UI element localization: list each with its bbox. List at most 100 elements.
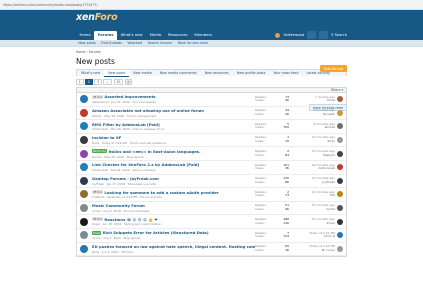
subnav-search-forums[interactable]: Search forums bbox=[145, 41, 174, 45]
thread-starter-avatar[interactable] bbox=[80, 176, 88, 185]
last-poster-avatar[interactable] bbox=[337, 177, 343, 184]
last-poster-avatar[interactable] bbox=[337, 245, 343, 252]
thread-row[interactable]: Fixed Rich Snippets Error for Articles (… bbox=[77, 229, 346, 243]
thread-prefix-badge[interactable]: Fixed bbox=[92, 230, 102, 235]
thread-title-link[interactable]: Invision to XF bbox=[92, 135, 121, 140]
last-post-user[interactable]: Zoyle bbox=[295, 221, 335, 226]
last-poster-avatar[interactable] bbox=[337, 232, 343, 239]
last-poster-avatar[interactable] bbox=[337, 109, 343, 116]
subnav-watched[interactable]: Watched bbox=[125, 41, 144, 45]
last-poster-avatar[interactable] bbox=[337, 191, 343, 198]
user-name-link[interactable]: Valkerwood bbox=[283, 33, 304, 37]
breadcrumb-home[interactable]: Home bbox=[76, 50, 85, 54]
thread-starter-avatar[interactable] bbox=[80, 244, 88, 253]
last-post-user[interactable]: Hal bbox=[295, 194, 335, 198]
thread-prefix-badge[interactable]: XF 2.1 bbox=[92, 190, 103, 195]
page-link[interactable]: 3 bbox=[94, 79, 102, 85]
nav-tab-media[interactable]: Media bbox=[146, 31, 164, 40]
thread-row[interactable]: Partial fix Italics and <em/> in East-As… bbox=[77, 147, 346, 161]
thread-row[interactable]: Amazon Associates not allowing use of on… bbox=[77, 107, 346, 121]
last-poster-avatar[interactable] bbox=[337, 205, 343, 212]
site-logo[interactable]: xenForo bbox=[76, 12, 118, 23]
thread-starter-avatar[interactable] bbox=[80, 163, 88, 172]
last-poster-avatar[interactable] bbox=[337, 164, 343, 171]
thread-row[interactable]: Music Community Forum Cydre · Aug 8, 201… bbox=[77, 202, 346, 216]
last-post-user[interactable]: Pauls bbox=[295, 99, 335, 103]
thread-title-link[interactable]: Assorted improvements bbox=[104, 94, 155, 99]
last-poster-avatar[interactable] bbox=[337, 150, 343, 157]
thread-title-link[interactable]: Rich Snippets Error for Articles (Struct… bbox=[103, 230, 209, 235]
breadcrumb-forums[interactable]: Forums bbox=[89, 50, 101, 54]
thread-title-link[interactable]: Looking for someone to add a custom oAut… bbox=[104, 190, 218, 195]
tab-new-media-comments[interactable]: New media comments bbox=[156, 70, 201, 77]
thread-title-link[interactable]: Gamtop Forums - JoyFreak.com bbox=[92, 176, 159, 181]
thread-starter-avatar[interactable] bbox=[80, 108, 88, 117]
last-post-user[interactable]: Chris D bbox=[295, 235, 335, 239]
nav-tab-members[interactable]: Members bbox=[191, 31, 216, 40]
page-jump[interactable]: ... bbox=[103, 79, 113, 85]
last-post-user[interactable]: AddonsLab bbox=[295, 167, 335, 171]
last-post-user[interactable]: Rudy bbox=[295, 139, 335, 144]
nav-tab-home[interactable]: Home bbox=[76, 31, 94, 40]
last-poster-avatar[interactable] bbox=[337, 218, 343, 225]
thread-row[interactable]: Link Checker for XenForo 2.x by AddonsLa… bbox=[77, 161, 346, 175]
tab-new-media[interactable]: New media bbox=[129, 70, 156, 77]
thread-prefix-badge[interactable]: XF 2.2 bbox=[92, 94, 103, 99]
last-post-user[interactable]: Mr Lucky bbox=[295, 248, 335, 253]
user-avatar[interactable] bbox=[275, 32, 281, 38]
browser-url-bar[interactable]: https://xenforo.com/community/whats-new/… bbox=[0, 0, 423, 10]
last-post-user[interactable]: Zynesto bbox=[295, 112, 335, 117]
thread-prefix-badge[interactable]: XF 2.1 bbox=[92, 217, 103, 222]
filters-menu[interactable]: Filters ▾ bbox=[331, 88, 343, 92]
subnav-mark-forums-read[interactable]: Mark forums read bbox=[175, 41, 209, 45]
next-page-button[interactable]: » bbox=[124, 79, 133, 85]
subnav-find-threads[interactable]: Find threads bbox=[99, 41, 124, 45]
tab-your-news-feed[interactable]: Your news feed bbox=[269, 70, 302, 77]
last-poster-avatar[interactable] bbox=[337, 137, 343, 144]
thread-starter-avatar[interactable] bbox=[80, 204, 88, 213]
thread-starter-avatar[interactable] bbox=[80, 95, 88, 104]
subnav-new-posts[interactable]: New posts bbox=[76, 41, 98, 45]
thread-row[interactable]: EU pushes forward on law against hate sp… bbox=[77, 243, 346, 257]
thread-starter-avatar[interactable] bbox=[80, 136, 88, 145]
thread-starter-avatar[interactable] bbox=[80, 149, 88, 158]
thread-title-link[interactable]: RMS Filter by AddonsLab [Paid] bbox=[92, 122, 160, 127]
thread-row[interactable]: XF 2.1 Reactions 😂 😮 😢 😡 👍 ❤ Zoyle · Jun… bbox=[77, 215, 346, 229]
thread-row[interactable]: XF 2.1 Looking for someone to add a cust… bbox=[77, 188, 346, 202]
thread-row[interactable]: Invision to XF Rudy · Today at 4:06 AM ·… bbox=[77, 134, 346, 148]
thread-starter-avatar[interactable] bbox=[80, 190, 88, 199]
nav-tab-forums[interactable]: Forums bbox=[94, 31, 118, 40]
thread-title-link[interactable]: EU pushes forward on law against hate sp… bbox=[92, 244, 255, 249]
tab-whats-new[interactable]: What's new bbox=[77, 70, 104, 77]
last-post-user[interactable]: ahmed bbox=[295, 126, 335, 130]
post-thread-button[interactable]: Post thread bbox=[319, 65, 347, 72]
tab-new-profile-posts[interactable]: New profile posts bbox=[233, 70, 270, 77]
thread-title-link[interactable]: Italics and <em/> in East-Asian language… bbox=[109, 149, 201, 154]
thread-prefix-badge[interactable]: Partial fix bbox=[92, 149, 108, 154]
page-link-current[interactable]: 2 bbox=[85, 79, 93, 85]
thread-title-link[interactable]: Music Community Forum bbox=[92, 203, 145, 208]
thread-starter-avatar[interactable] bbox=[80, 217, 88, 226]
thread-title-link[interactable]: Amazon Associates not allowing use of on… bbox=[92, 108, 204, 113]
page-link[interactable]: 10 bbox=[113, 79, 124, 85]
page-link[interactable]: 1 bbox=[76, 79, 84, 85]
thread-row[interactable]: XF 2.2 Assorted improvements Valkerwood … bbox=[77, 93, 346, 107]
thread-starter-avatar[interactable] bbox=[80, 231, 88, 240]
tab-new-resources[interactable]: New resources bbox=[201, 70, 233, 77]
inbox-icon[interactable] bbox=[307, 31, 316, 39]
alerts-bell-icon[interactable] bbox=[319, 31, 328, 39]
search-link[interactable]: ⚲ Search bbox=[331, 33, 347, 37]
thread-row[interactable]: RMS Filter by AddonsLab [Paid] AddonsLab… bbox=[77, 120, 346, 134]
last-poster-avatar[interactable] bbox=[337, 123, 343, 130]
last-post-user[interactable]: Mapped bbox=[295, 153, 335, 158]
nav-tab-whats-new[interactable]: What's new bbox=[117, 31, 146, 40]
thread-title-link[interactable]: Link Checker for XenForo 2.x by AddonsLa… bbox=[92, 162, 199, 167]
last-post-user[interactable]: JoyFreak bbox=[295, 180, 335, 185]
last-post-user[interactable]: Cydre bbox=[295, 207, 335, 212]
nav-tab-resources[interactable]: Resources bbox=[165, 31, 191, 40]
tab-new-posts[interactable]: New posts bbox=[104, 69, 130, 77]
last-poster-avatar[interactable] bbox=[337, 96, 343, 103]
thread-title-link[interactable]: Reactions 😂 😮 😢 😡 👍 ❤ bbox=[104, 217, 157, 222]
thread-row[interactable]: Gamtop Forums - JoyFreak.com JoyFreak · … bbox=[77, 175, 346, 189]
thread-starter-avatar[interactable] bbox=[80, 122, 88, 131]
